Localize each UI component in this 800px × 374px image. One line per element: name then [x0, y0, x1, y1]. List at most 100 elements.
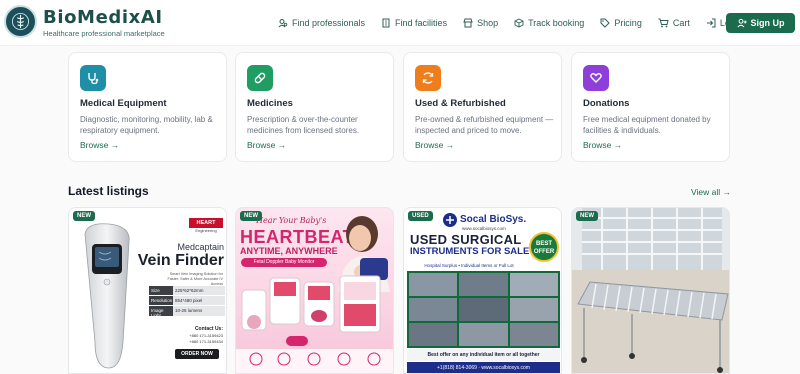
spec-row: Image Light 10-25 lumens — [149, 306, 225, 318]
product-line2: Vein Finder — [137, 252, 224, 269]
brand-sub: Engineering — [195, 228, 217, 233]
spec-row: Size 225*62*62mm — [149, 286, 225, 296]
instrument-photo — [509, 273, 558, 296]
listing-badge: USED — [408, 211, 433, 221]
caduceus-icon — [11, 12, 30, 31]
listing-card-hospital-bed[interactable]: NEW — [571, 207, 730, 374]
top-navbar: BioMedixAI Healthcare professional marke… — [0, 0, 800, 46]
category-description: Pre-owned & refurbished equipment — insp… — [415, 115, 554, 135]
instrument-photo — [459, 273, 508, 296]
spec-key: Image Light — [149, 306, 173, 318]
nav-label: Find professionals — [292, 18, 366, 28]
order-now-button[interactable]: ORDER NOW — [175, 349, 219, 359]
category-card-used-refurbished[interactable]: Used & Refurbished Pre-owned & refurbish… — [403, 52, 562, 162]
brand-tag: HEART — [189, 218, 223, 228]
building-icon — [382, 18, 390, 28]
nav-cart[interactable]: Cart — [658, 18, 690, 28]
view-all-label: View all — [691, 187, 721, 197]
brand-name[interactable]: BioMedixAI — [43, 7, 163, 28]
listing-card-used-surgical[interactable]: USED Socal BioSys. www.socalbiosys.com U… — [403, 207, 562, 374]
hospital-bed-photo — [572, 208, 729, 373]
nav-track-booking[interactable]: Track booking — [514, 18, 584, 28]
category-description: Prescription & over-the-counter medicine… — [247, 115, 360, 135]
product-blurb: Smart Vein Imaging Solution for Faster, … — [167, 272, 224, 286]
listing-bar-text: Hospital Surplus • Individual Items or F… — [424, 263, 514, 268]
browse-label: Browse — [247, 140, 276, 150]
category-card-donations[interactable]: Donations Free medical equipment donated… — [571, 52, 730, 162]
listing-pill: Fetal Doppler Baby Monitor — [241, 258, 327, 267]
doppler-devices-image — [241, 275, 381, 346]
stamp-line1: BEST — [535, 241, 552, 247]
sign-up-label: Sign Up — [750, 18, 785, 28]
category-title: Medicines — [247, 98, 293, 109]
nav-label: Pricing — [614, 18, 642, 28]
arrow-right-icon: → — [275, 140, 287, 150]
feature-icons — [249, 352, 381, 366]
nav-label: Shop — [477, 18, 499, 28]
browse-link[interactable]: Browse → — [415, 140, 454, 150]
instrument-photo — [459, 298, 508, 321]
category-description: Diagnostic, monitoring, mobility, lab & … — [80, 115, 213, 135]
nav-label: Cart — [672, 18, 690, 28]
instrument-photo — [409, 273, 458, 296]
latest-listings-heading: Latest listings — [68, 184, 149, 198]
browse-link[interactable]: Browse → — [80, 140, 119, 150]
arrow-right-icon: → — [720, 187, 732, 197]
nav-label: Find facilities — [395, 18, 448, 28]
sign-up-button[interactable]: Sign Up — [726, 13, 795, 33]
box-icon — [514, 18, 524, 28]
arrow-right-icon: → — [611, 140, 623, 150]
spec-table: Size 225*62*62mm Resolution 854*480 pixel … — [149, 286, 225, 318]
view-all-link[interactable]: View all → — [691, 187, 731, 197]
arrow-right-icon: → — [443, 140, 455, 150]
category-title: Used & Refurbished — [415, 98, 506, 109]
browse-link[interactable]: Browse → — [583, 140, 622, 150]
spec-value: 225*62*62mm — [173, 286, 225, 295]
category-card-medical-equipment[interactable]: Medical Equipment Diagnostic, monitoring… — [68, 52, 227, 162]
category-title: Medical Equipment — [80, 98, 167, 109]
brand-tagline: Healthcare professional marketplace — [43, 29, 165, 38]
category-title: Donations — [583, 98, 630, 109]
instrument-photo — [409, 323, 458, 346]
stethoscope-icon — [80, 65, 106, 91]
product-line1: Medcaptain — [177, 242, 224, 252]
listing-subheadline: INSTRUMENTS FOR SALE — [410, 246, 530, 257]
instrument-photo — [459, 323, 508, 346]
contact-label: Contact Us: — [194, 326, 223, 332]
company-site: www.socalbiosys.com — [462, 226, 506, 231]
tag-icon — [600, 18, 611, 28]
best-offer-stamp: BEST OFFER — [529, 232, 559, 262]
nav-pricing[interactable]: Pricing — [600, 18, 642, 28]
listing-card-vein-finder[interactable]: NEW HEART Engineering Medcaptain Vein Fi… — [68, 207, 227, 374]
brand-logo[interactable] — [4, 5, 37, 38]
contact-phone-1: +880 171-3159423 — [189, 333, 223, 338]
listing-headline: USED SURGICAL — [410, 232, 522, 247]
store-icon — [463, 18, 473, 28]
spec-row: Resolution 854*480 pixel — [149, 296, 225, 306]
spec-value: 10-25 lumens — [173, 306, 225, 316]
main-nav: Find professionals Find facilities Shop … — [278, 0, 760, 46]
instrument-photo — [509, 298, 558, 321]
nav-shop[interactable]: Shop — [463, 18, 498, 28]
instrument-photo — [509, 323, 558, 346]
listing-footer-text: +1(818) 814-3069 · www.socalbiosys.com — [407, 362, 560, 373]
listing-offer-text: Best offer on any individual item or all… — [407, 349, 560, 361]
contact-phone-2: +880 171-3159434 — [189, 339, 223, 344]
refresh-icon — [415, 65, 441, 91]
browse-label: Browse — [415, 140, 444, 150]
heart-hand-icon — [583, 65, 609, 91]
browse-label: Browse — [80, 140, 109, 150]
category-description: Free medical equipment donated by facili… — [583, 115, 711, 135]
cart-icon — [658, 18, 669, 28]
browse-link[interactable]: Browse → — [247, 140, 286, 150]
nav-find-facilities[interactable]: Find facilities — [381, 18, 447, 28]
feature-strip — [236, 349, 393, 373]
category-card-medicines[interactable]: Medicines Prescription & over-the-counte… — [235, 52, 394, 162]
listing-card-fetal-doppler[interactable]: NEW Hear Your Baby's HEARTBEAT ANYTIME, … — [235, 207, 394, 374]
nav-find-professionals[interactable]: Find professionals — [278, 18, 365, 28]
pill-icon — [247, 65, 273, 91]
listing-badge: NEW — [73, 211, 95, 221]
user-plus-icon — [736, 18, 747, 28]
instrument-photo — [409, 298, 458, 321]
login-icon — [706, 18, 716, 28]
